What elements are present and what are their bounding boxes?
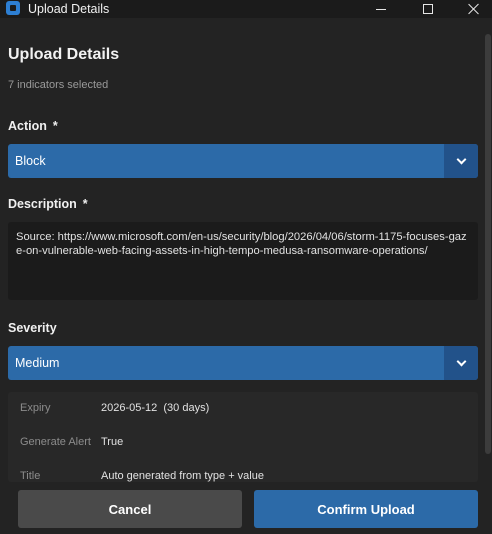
severity-dropdown-toggle[interactable] — [444, 346, 478, 380]
chevron-down-icon — [456, 154, 466, 164]
action-select[interactable]: Block — [8, 144, 478, 178]
page-title: Upload Details — [8, 46, 120, 63]
required-mark: * — [82, 197, 88, 211]
summary-row-title: Title Auto generated from type + value — [8, 470, 478, 482]
required-mark: * — [52, 119, 58, 133]
action-dropdown-toggle[interactable] — [444, 144, 478, 178]
summary-row-expiry: Expiry 2026-05-12 (30 days) — [8, 402, 478, 422]
minimize-icon — [376, 8, 386, 10]
action-select-value: Block — [15, 154, 46, 168]
cancel-button[interactable]: Cancel — [18, 490, 242, 528]
app-icon — [6, 1, 20, 15]
summary-key: Expiry — [20, 402, 51, 414]
confirm-upload-button[interactable]: Confirm Upload — [254, 490, 478, 528]
upload-summary-panel: Expiry 2026-05-12 (30 days) Generate Ale… — [8, 392, 478, 482]
selection-count: 7 indicators selected — [8, 79, 109, 91]
action-label: Action * — [8, 119, 58, 133]
window-title: Upload Details — [28, 2, 110, 16]
action-label-text: Action — [8, 119, 47, 133]
maximize-button[interactable] — [408, 0, 448, 18]
summary-row-generate-alert: Generate Alert True — [8, 436, 478, 456]
summary-key: Generate Alert — [20, 436, 91, 448]
severity-select-value: Medium — [15, 356, 60, 370]
summary-value: Auto generated from type + value — [101, 470, 264, 482]
summary-value: 2026-05-12 (30 days) — [101, 402, 210, 414]
dialog-footer: Cancel Confirm Upload — [0, 482, 492, 534]
description-textarea[interactable]: Source: https://www.microsoft.com/en-us/… — [8, 222, 478, 300]
description-label-text: Description — [8, 197, 77, 211]
close-button[interactable] — [454, 0, 492, 18]
summary-key: Title — [20, 470, 41, 482]
maximize-icon — [423, 4, 433, 14]
scrollbar[interactable] — [485, 34, 491, 454]
chevron-down-icon — [456, 356, 466, 366]
description-label: Description * — [8, 197, 88, 211]
title-bar: Upload Details — [0, 0, 492, 18]
severity-label: Severity — [8, 321, 57, 335]
minimize-button[interactable] — [361, 0, 401, 18]
severity-select[interactable]: Medium — [8, 346, 478, 380]
summary-value: True — [101, 436, 124, 448]
close-icon — [468, 3, 480, 15]
